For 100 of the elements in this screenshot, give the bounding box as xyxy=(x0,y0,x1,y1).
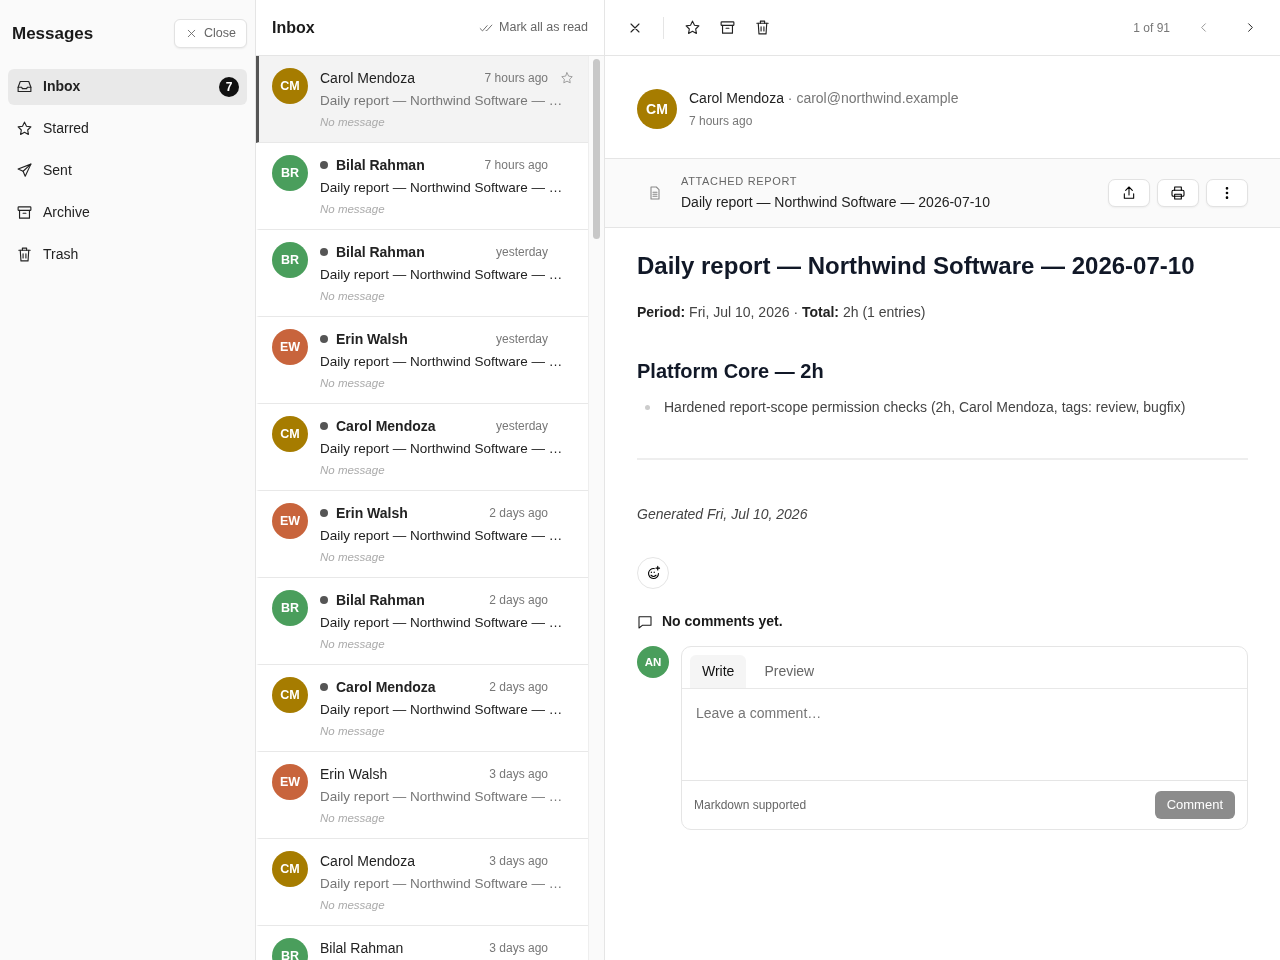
message-time: yesterday xyxy=(495,244,548,261)
unread-count: 7 xyxy=(219,76,239,97)
sender-name: Carol Mendoza xyxy=(336,677,436,697)
message-subject: Daily report — Northwind Software — … xyxy=(320,92,563,110)
attachment-title: Daily report — Northwind Software — 2026-07-10 xyxy=(681,192,991,212)
sender-name: Carol Mendoza xyxy=(320,851,415,871)
avatar: BR xyxy=(272,242,308,278)
message-subject: Daily report — Northwind Software — … xyxy=(320,440,563,458)
message-preview: No message xyxy=(320,202,386,218)
trash-icon xyxy=(16,246,33,264)
message-preview: No message xyxy=(320,463,386,479)
sender-email: · carol@northwind.example xyxy=(787,90,959,106)
sidebar-item[interactable]: Trash xyxy=(8,236,247,273)
avatar: EW xyxy=(272,503,308,539)
avatar: BR xyxy=(272,938,308,960)
report-summary: Period: Fri, Jul 10, 2026 · Total: 2h (1 entries) xyxy=(637,303,927,323)
message-time: 2 days ago xyxy=(489,679,548,696)
message-item[interactable]: BR Bilal Rahman 3 days ago xyxy=(256,926,588,960)
avatar: CM xyxy=(272,677,308,713)
message-subject: Daily report — Northwind Software — … xyxy=(320,788,563,806)
avatar: EW xyxy=(272,764,308,800)
message-time: 7 hours ago xyxy=(484,157,548,174)
message-item[interactable]: BR Bilal Rahman 7 hours ago Daily report — Northwind Software — … No message xyxy=(256,143,588,230)
avatar: AN xyxy=(637,646,669,679)
archive-icon xyxy=(16,204,33,222)
message-item[interactable]: EW Erin Walsh yesterday Daily report — Northwind Software — … No message xyxy=(256,317,588,404)
message-preview: No message xyxy=(320,550,386,566)
trash-icon xyxy=(754,19,771,36)
sender-name: Carol Mendoza xyxy=(336,416,436,436)
message-time: 3 days ago xyxy=(489,766,548,783)
message-item[interactable]: CM Carol Mendoza 7 hours ago Daily report — Northwind Software — … No message xyxy=(256,56,588,143)
sender-name: Erin Walsh xyxy=(336,503,408,523)
message-subject: Daily report — Northwind Software — … xyxy=(320,614,563,632)
message-preview: No message xyxy=(320,637,386,653)
composer-tab[interactable]: Write xyxy=(690,655,747,689)
sender-name: Carol Mendoza xyxy=(689,90,784,106)
message-subject: Daily report — Northwind Software — … xyxy=(320,875,563,893)
avatar: CM xyxy=(272,851,308,887)
message-preview: No message xyxy=(320,289,386,305)
message-subject: Daily report — Northwind Software — … xyxy=(320,179,563,197)
sender-name: Bilal Rahman xyxy=(336,155,425,175)
share-button[interactable] xyxy=(1108,178,1150,207)
close-button[interactable]: Close xyxy=(174,19,247,48)
message-preview: No message xyxy=(320,115,386,131)
comments-status: No comments yet. xyxy=(662,612,783,632)
mark-all-read-button[interactable]: Mark all as read xyxy=(479,18,588,37)
add-reaction-button[interactable] xyxy=(637,557,669,590)
sender-name: Bilal Rahman xyxy=(336,242,425,262)
avatar: EW xyxy=(272,329,308,365)
comment-icon xyxy=(637,613,653,630)
star-icon xyxy=(684,19,701,36)
star-icon xyxy=(560,71,574,85)
archive-icon xyxy=(719,19,736,36)
message-time: 2 days ago xyxy=(489,592,548,609)
message-subject: Daily report — Northwind Software — … xyxy=(320,353,563,371)
avatar: BR xyxy=(272,155,308,191)
message-time: yesterday xyxy=(495,418,548,435)
avatar: CM xyxy=(272,416,308,452)
sender-name: Erin Walsh xyxy=(320,764,388,784)
message-preview: No message xyxy=(320,376,386,392)
sender-name: Erin Walsh xyxy=(336,329,408,349)
message-item[interactable]: EW Erin Walsh 3 days ago Daily report — Northwind Software — … No message xyxy=(256,752,588,839)
printer-icon xyxy=(1170,184,1186,201)
sidebar-item[interactable]: Sent xyxy=(8,152,247,189)
message-item[interactable]: BR Bilal Rahman yesterday Daily report — Northwind Software — … No message xyxy=(256,230,588,317)
print-button[interactable] xyxy=(1157,178,1199,207)
report-heading: Daily report — Northwind Software — 2026-07-10 xyxy=(637,251,1196,281)
message-item[interactable]: CM Carol Mendoza yesterday Daily report — Northwind Software — … No message xyxy=(256,404,588,491)
star-icon xyxy=(16,120,33,138)
comment-composer[interactable]: Write Preview Leave a comment… Markdown supported Comment xyxy=(681,646,1248,830)
message-item[interactable]: EW Erin Walsh 2 days ago Daily report — Northwind Software — … No message xyxy=(256,491,588,578)
message-time: 7 hours ago xyxy=(484,70,548,87)
message-item[interactable]: CM Carol Mendoza 2 days ago Daily report — Northwind Software — … No message xyxy=(256,665,588,752)
sender-name: Bilal Rahman xyxy=(336,590,425,610)
message-subject: Daily report — Northwind Software — … xyxy=(320,701,563,719)
generated-note: Generated Fri, Jul 10, 2026 xyxy=(637,505,809,525)
paper-plane-icon xyxy=(16,162,33,180)
section-heading: Platform Core — 2h xyxy=(637,359,825,384)
message-time: 2 days ago xyxy=(489,505,548,522)
share-icon xyxy=(1121,184,1137,201)
composer-tab[interactable]: Preview xyxy=(752,655,827,689)
message-time: 3 days ago xyxy=(489,940,548,957)
scrollbar-thumb[interactable] xyxy=(593,59,600,239)
message-time: 3 days ago xyxy=(489,853,548,870)
message-item[interactable]: BR Bilal Rahman 2 days ago Daily report — Northwind Software — … No message xyxy=(256,578,588,665)
sidebar-item[interactable]: Inbox 7 xyxy=(8,68,247,105)
message-position: 1 of 91 xyxy=(1133,19,1170,37)
avatar: BR xyxy=(272,590,308,626)
list-title: Inbox xyxy=(272,17,315,38)
sidebar-title: Messages xyxy=(12,22,94,45)
sidebar-item[interactable]: Archive xyxy=(8,194,247,231)
report-entry: Hardened report-scope permission checks (2h, Carol Mendoza, tags: review, bugfix) xyxy=(664,398,1186,418)
message-item[interactable]: CM Carol Mendoza 3 days ago Daily report — Northwind Software — … No message xyxy=(256,839,588,926)
sidebar-item[interactable]: Starred xyxy=(8,110,247,147)
message-preview: No message xyxy=(320,724,386,740)
message-subject: Daily report — Northwind Software — … xyxy=(320,527,563,545)
attachment-label: ATTACHED REPORT xyxy=(681,174,799,189)
sent-time: 7 hours ago xyxy=(689,113,754,130)
sender-name: Bilal Rahman xyxy=(320,938,404,958)
message-preview: No message xyxy=(320,898,386,914)
